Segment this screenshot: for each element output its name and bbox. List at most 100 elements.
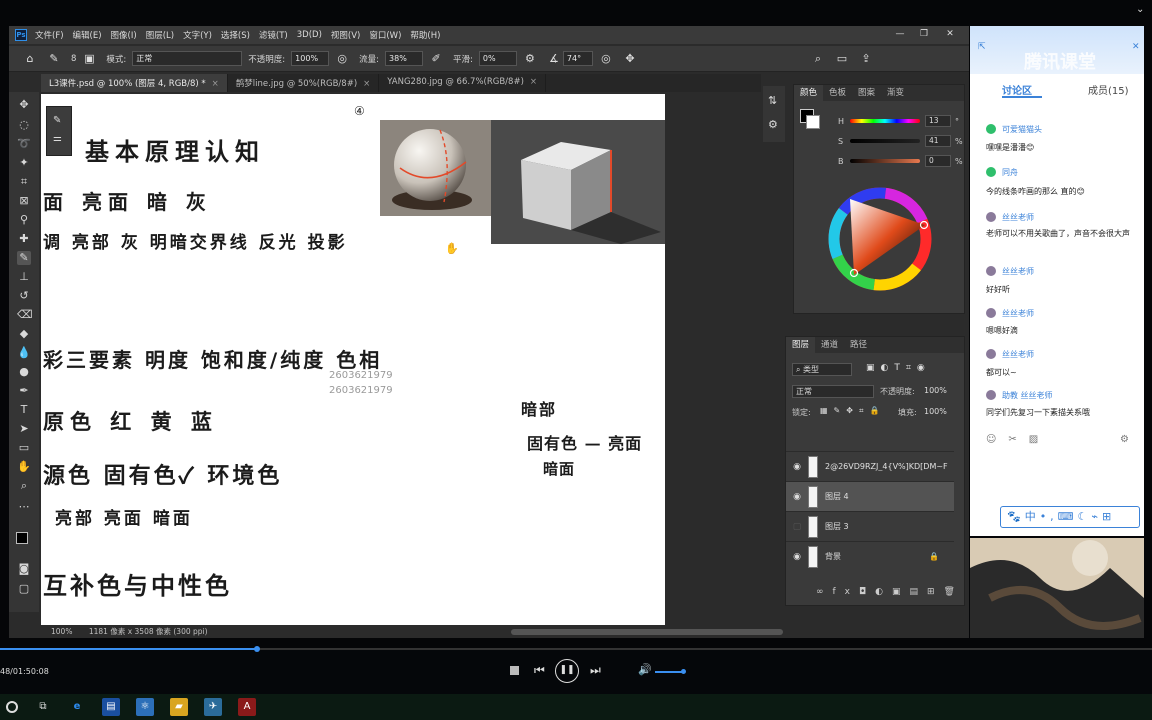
eye-icon[interactable]: ◉ [786, 492, 808, 502]
tab-layers[interactable]: 图层 [786, 337, 816, 353]
edge-browser-icon[interactable]: e [68, 698, 86, 716]
brightness-slider[interactable] [850, 159, 920, 163]
flow-input[interactable]: 38% [385, 51, 424, 66]
tab-discussion[interactable]: 讨论区 [1002, 82, 1032, 97]
home-icon[interactable]: ⌂ [23, 52, 37, 66]
progress-track[interactable] [0, 648, 1152, 650]
task-view-icon[interactable]: ⧉ [34, 698, 52, 716]
brush-settings-icon[interactable]: ⚌ [53, 133, 62, 144]
frame-tool-icon[interactable]: ⊠ [17, 194, 31, 208]
tab-gradients[interactable]: 渐变 [881, 85, 910, 101]
menu-image[interactable]: 图像(I) [111, 29, 137, 41]
start-search-icon[interactable] [6, 701, 18, 713]
symmetry-icon[interactable]: ✥ [623, 52, 637, 66]
brush-tool-icon[interactable]: ✎ [47, 52, 61, 66]
share-icon[interactable]: ⇪ [859, 52, 873, 66]
tab-l3-psd[interactable]: L3课件.psd @ 100% (图层 4, RGB/8) * × [41, 74, 228, 92]
layer-footer-icons[interactable]: ∞fx◘◐▣▤⊞🗑 [816, 587, 964, 597]
color-wheel[interactable] [828, 177, 932, 301]
tencent-classroom-icon[interactable]: ⚛ [136, 698, 154, 716]
blend-mode-select[interactable]: 正常 [792, 385, 874, 398]
pressure-size-icon[interactable]: ◎ [599, 52, 613, 66]
chat-tools[interactable]: ☺✂▨ [986, 434, 1050, 445]
type-tool-icon[interactable]: T [17, 403, 31, 417]
pen-tool-icon[interactable]: ✒ [17, 384, 31, 398]
menu-select[interactable]: 选择(S) [221, 29, 250, 41]
volume-knob[interactable] [681, 669, 686, 674]
lasso-tool-icon[interactable]: ➰ [17, 137, 31, 151]
maximize-icon[interactable]: ❐ [913, 26, 935, 44]
tab-channels[interactable]: 通道 [815, 337, 844, 353]
stamp-tool-icon[interactable]: ⊥ [17, 270, 31, 284]
eraser-icon[interactable]: ⌫ [17, 308, 33, 322]
brightness-input[interactable]: 0 [925, 155, 951, 167]
layer-row[interactable]: ◉ 图层 4 [786, 481, 954, 511]
opacity-input[interactable]: 100% [291, 51, 330, 66]
history-brush-icon[interactable]: ↺ [17, 289, 31, 303]
eye-icon[interactable]: ◉ [786, 552, 808, 562]
minimize-icon[interactable]: — [889, 26, 911, 44]
brush-preset-icon[interactable]: ✎ [53, 115, 61, 126]
app-window-icon[interactable]: ▤ [102, 698, 120, 716]
file-explorer-icon[interactable]: ▰ [170, 698, 188, 716]
paint-bucket-icon[interactable]: ◆ [17, 327, 31, 341]
blur-tool-icon[interactable]: 💧 [17, 346, 31, 360]
menu-filter[interactable]: 滤镜(T) [259, 29, 288, 41]
layer-row[interactable]: ◉ 2@26VD9RZJ_4{V%]KD[DM~F [786, 451, 954, 481]
menu-window[interactable]: 窗口(W) [369, 29, 401, 41]
chevron-down-icon[interactable]: ⌄ [1136, 4, 1144, 15]
fill-input[interactable]: 100% [924, 407, 947, 416]
healing-brush-icon[interactable]: ✚ [17, 232, 31, 246]
hue-input[interactable]: 13 [925, 115, 951, 127]
hue-slider[interactable] [850, 119, 920, 123]
background-color-chip[interactable] [806, 115, 820, 129]
airbrush-icon[interactable]: ✐ [429, 52, 443, 66]
volume-icon[interactable]: 🔊 [638, 663, 652, 676]
more-tools-icon[interactable]: ⋯ [17, 500, 31, 514]
media-player-icon[interactable]: ✈ [204, 698, 222, 716]
eye-hidden-icon[interactable]: ▢ [786, 522, 808, 532]
tab-patterns[interactable]: 图案 [852, 85, 881, 101]
menu-help[interactable]: 帮助(H) [410, 29, 440, 41]
horizontal-scrollbar[interactable] [511, 629, 783, 635]
brush-settings-icon[interactable]: ▣ [82, 52, 96, 66]
next-icon[interactable]: ⏭ [590, 663, 601, 678]
magic-wand-icon[interactable]: ✦ [17, 156, 31, 170]
foreground-color-swatch[interactable] [16, 532, 28, 544]
menu-edit[interactable]: 编辑(E) [73, 29, 102, 41]
menu-layer[interactable]: 图层(L) [146, 29, 174, 41]
tab-swatches[interactable]: 色板 [823, 85, 852, 101]
stop-icon[interactable] [510, 666, 519, 675]
marquee-tool-icon[interactable]: ◌ [17, 118, 31, 132]
ime-toolbar[interactable]: 🐾中•,⌨☾⌁⊞ [1000, 506, 1140, 528]
brush-icon[interactable]: ✎ [17, 251, 31, 265]
app-red-icon[interactable]: A [238, 698, 256, 716]
workspace-icon[interactable]: ▭ [835, 52, 849, 66]
close-chat-icon[interactable]: ✕ [1132, 42, 1140, 52]
layer-filter-select[interactable]: ⌕ 类型 [792, 363, 852, 376]
tab-paths[interactable]: 路径 [844, 337, 873, 353]
document-canvas[interactable]: ✎ ⚌ 基本原理认知 面 亮面 暗 灰 调 亮部 灰 明暗交界线 反光 投影 彩… [41, 94, 665, 625]
eye-icon[interactable]: ◉ [786, 462, 808, 472]
menu-file[interactable]: 文件(F) [35, 29, 64, 41]
mode-select[interactable]: 正常 [132, 51, 243, 66]
settings-icon[interactable]: ⚙ [1120, 434, 1129, 445]
zoom-tool-icon[interactable]: ⌕ [17, 479, 31, 493]
menu-3d[interactable]: 3D(D) [297, 30, 322, 40]
close-tab-icon[interactable]: × [363, 79, 370, 89]
layer-filter-icons[interactable]: ▣◐T⌗◉ [866, 363, 931, 373]
eyedropper-icon[interactable]: ⚲ [17, 213, 31, 227]
properties-icon[interactable]: ⚙ [768, 118, 778, 131]
gear-icon[interactable]: ⚙ [523, 52, 537, 66]
saturation-slider[interactable] [850, 139, 920, 143]
close-tab-icon[interactable]: × [530, 77, 537, 87]
pressure-opacity-icon[interactable]: ◎ [335, 52, 349, 66]
menu-view[interactable]: 视图(V) [331, 29, 360, 41]
adjustments-icon[interactable]: ⇅ [768, 94, 777, 107]
angle-input[interactable]: 74° [562, 51, 593, 66]
tab-yang280-jpg[interactable]: YANG280.jpg @ 66.7%(RGB/8#) × [379, 74, 547, 92]
progress-knob[interactable] [253, 646, 260, 652]
layer-row[interactable]: ◉ 背景 🔒 [786, 541, 954, 571]
close-tab-icon[interactable]: × [212, 79, 219, 89]
menu-type[interactable]: 文字(Y) [183, 29, 212, 41]
